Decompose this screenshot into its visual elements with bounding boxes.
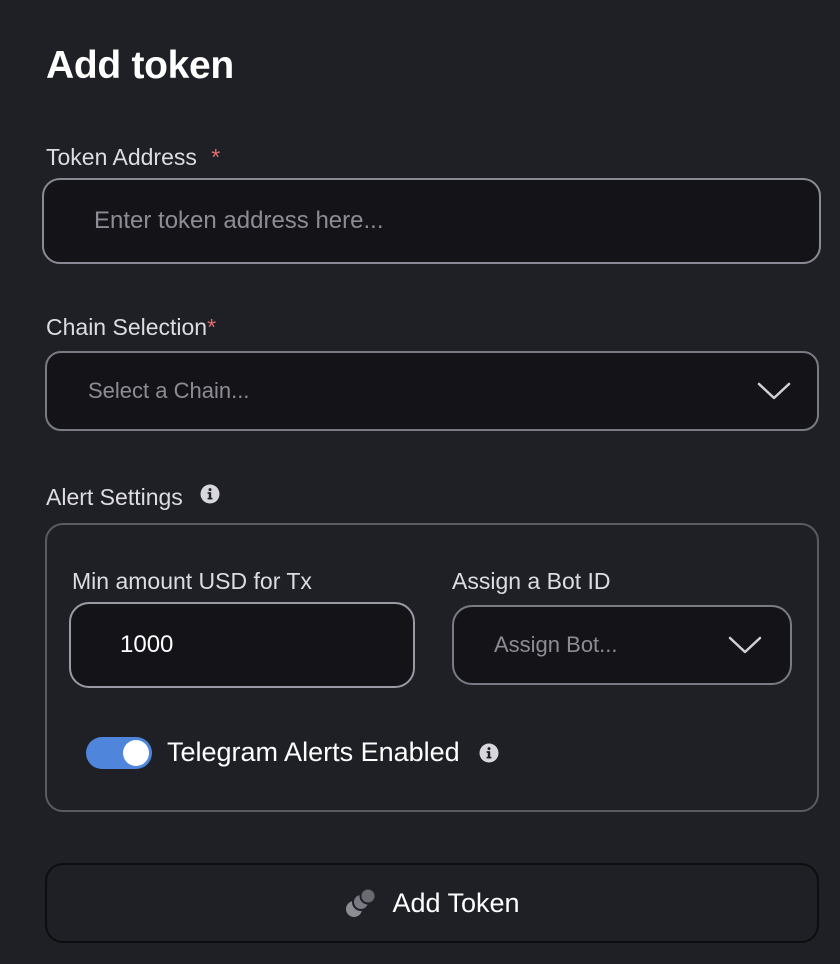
telegram-alerts-label: Telegram Alerts Enabled xyxy=(167,737,460,767)
bot-id-label: Assign a Bot ID xyxy=(452,568,611,594)
chain-selection-label-text: Chain Selection xyxy=(46,314,208,340)
bot-id-select[interactable]: Assign Bot... xyxy=(452,605,792,685)
info-icon[interactable] xyxy=(479,743,499,763)
add-token-button[interactable]: Add Token xyxy=(45,863,819,943)
add-token-form: Add token Token Address * Chain Selectio… xyxy=(0,0,840,964)
page-title: Add token xyxy=(46,44,234,87)
chevron-down-icon xyxy=(757,382,791,400)
chain-select[interactable]: Select a Chain... xyxy=(45,351,819,431)
add-token-button-label: Add Token xyxy=(392,887,520,918)
toggle-knob xyxy=(123,740,149,766)
coins-icon xyxy=(346,888,377,917)
token-address-label-text: Token Address xyxy=(46,144,197,170)
info-icon[interactable] xyxy=(200,484,220,504)
chain-select-value: Select a Chain... xyxy=(88,378,250,403)
bot-id-select-value: Assign Bot... xyxy=(494,632,618,657)
min-amount-input[interactable] xyxy=(69,602,415,688)
token-address-label: Token Address * xyxy=(46,144,220,171)
token-address-input[interactable] xyxy=(42,178,821,264)
required-marker: * xyxy=(207,314,217,340)
telegram-alerts-toggle[interactable] xyxy=(86,737,152,769)
required-marker: * xyxy=(211,144,221,170)
min-amount-label: Min amount USD for Tx xyxy=(72,568,312,594)
chevron-down-icon xyxy=(728,636,762,654)
chain-selection-label: Chain Selection* xyxy=(46,314,216,341)
alert-settings-label: Alert Settings xyxy=(46,484,183,510)
